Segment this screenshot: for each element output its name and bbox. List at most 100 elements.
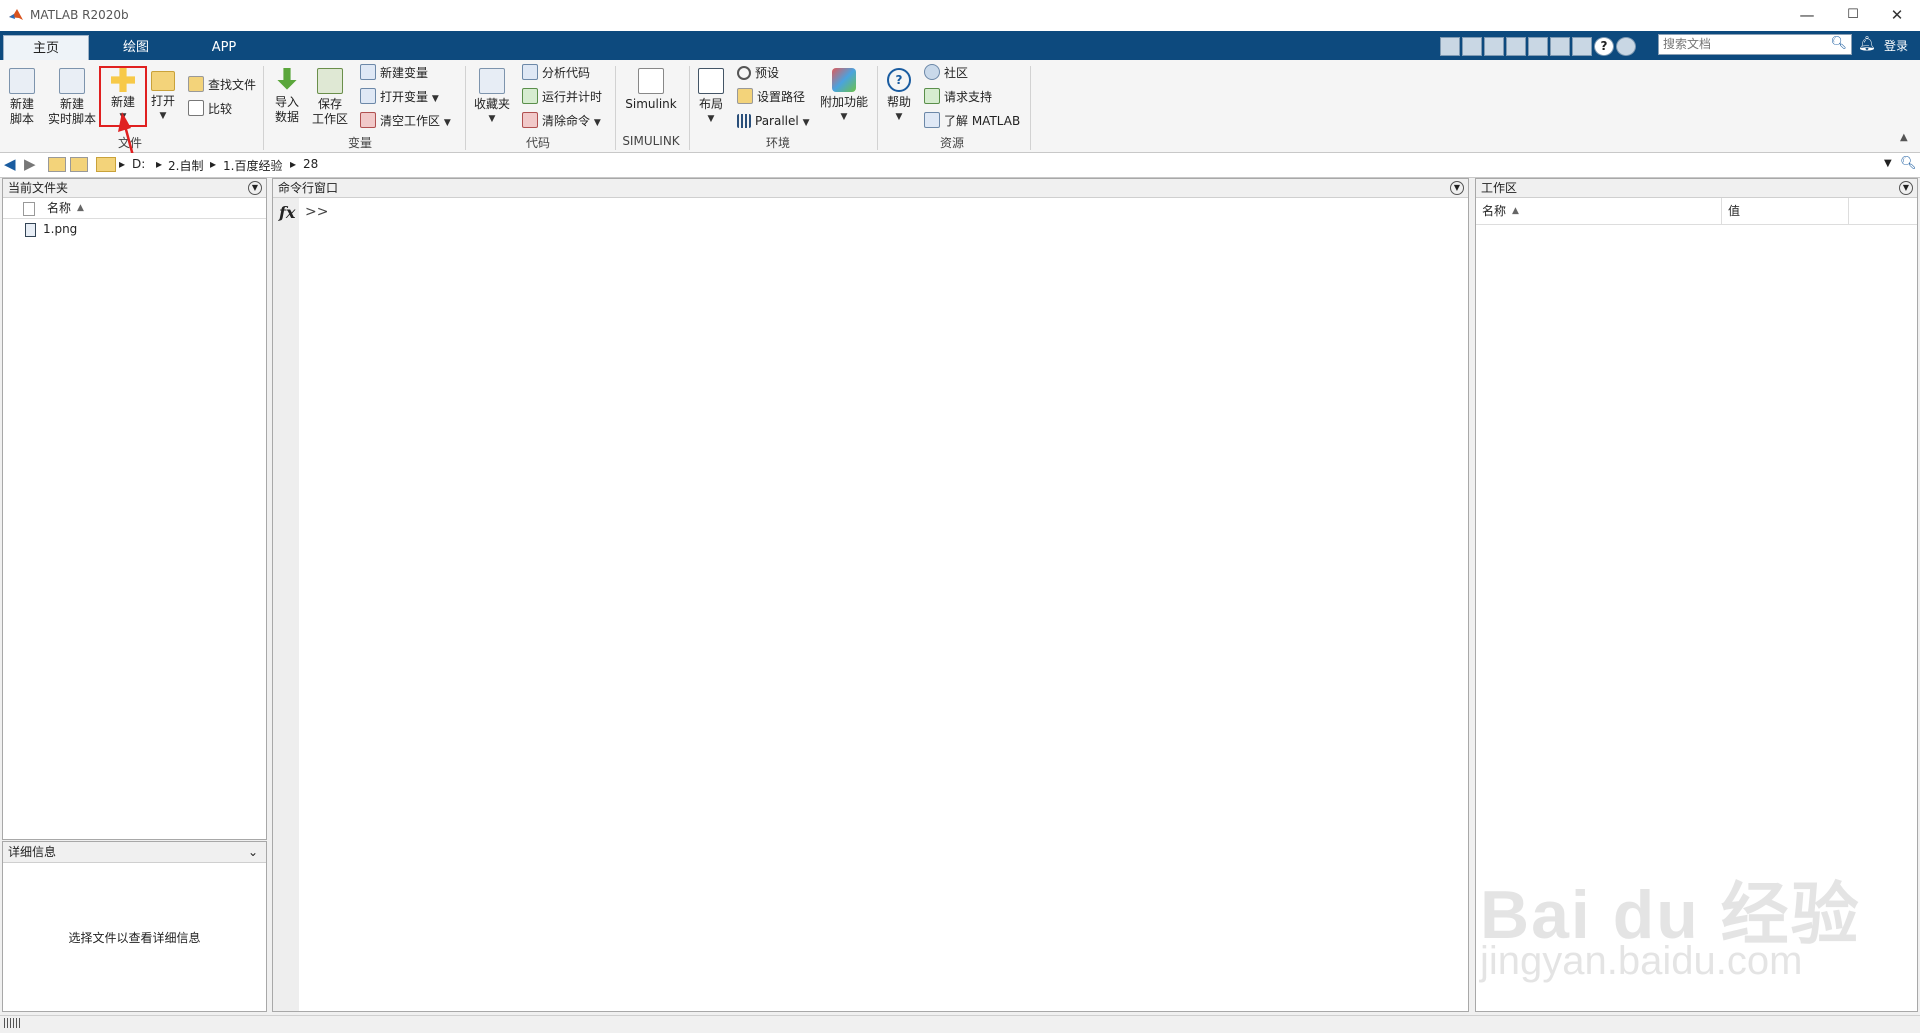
folder-open-icon [151,71,175,91]
clear-commands-button[interactable]: 清除命令 ▼ [522,112,601,132]
analyze-code-icon [522,64,538,80]
tab-home[interactable]: 主页 [3,35,89,61]
request-support-button[interactable]: 请求支持 [924,88,992,108]
function-browser-icon[interactable]: fx [279,203,295,222]
forward-arrow-icon[interactable]: ▶ [24,155,36,173]
back-arrow-icon[interactable]: ◀ [4,155,16,173]
title-bar: MATLAB R2020b — ☐ ✕ [0,0,1920,31]
search-icon[interactable]: 🔍︎ [1830,36,1847,51]
workspace-panel: 工作区 ▼ 名称 ▲ 值 Bai du 经验 jingyan.baidu.com [1475,178,1918,1012]
panel-actions-icon[interactable]: ▼ [1899,181,1913,195]
run-and-time-icon [522,88,538,104]
list-item[interactable]: 1.png [3,219,266,239]
column-header-value[interactable]: 值 [1728,198,1740,224]
open-variable-icon [360,88,376,104]
panel-actions-icon[interactable]: ▼ [1450,181,1464,195]
address-bar: ◀ ▶ ▸ D: ▸ 2.自制 ▸ 1.百度经验 ▸ 28 ▼ 🔍︎ [0,153,1920,178]
collapse-ribbon-icon[interactable]: ▲ [1900,132,1908,143]
file-name: 1.png [43,222,78,236]
environment-group-label: 环境 [765,136,790,150]
layout-button[interactable]: 布局 ▼ [694,68,728,127]
favorites-button[interactable]: 收藏夹 ▼ [470,68,514,127]
layout-icon [698,68,724,94]
import-arrow-icon [277,68,297,90]
chevron-down-icon: ▼ [431,94,439,104]
learn-matlab-button[interactable]: 了解 MATLAB [924,112,1020,132]
favorites-star-icon [479,68,505,94]
new-live-script-icon [59,68,85,94]
quick-access-options-icon[interactable] [1616,37,1636,56]
compare-button[interactable]: 比较 [188,100,232,120]
chevron-down-icon: ▼ [802,118,810,128]
maximize-button[interactable]: ☐ [1830,0,1876,31]
column-header[interactable]: 名称 ▲ [3,198,266,219]
close-button[interactable]: ✕ [1874,0,1920,31]
new-live-script-button[interactable]: 新建 实时脚本 [46,68,98,127]
import-data-button[interactable]: 导入 数据 [270,68,304,125]
group-separator [1030,66,1031,150]
preferences-button[interactable]: 预设 [737,64,779,84]
chevron-down-icon: ▼ [895,112,903,122]
notification-bell-icon[interactable]: 🔔︎ [1858,36,1876,52]
column-header-name[interactable]: 名称 [1482,198,1506,224]
resources-group-label: 资源 [939,136,964,150]
clear-workspace-button[interactable]: 清空工作区 ▼ [360,112,451,132]
group-separator [877,66,878,150]
simulink-icon [638,68,664,94]
undo-icon[interactable] [1528,37,1548,56]
file-type-header-icon [23,202,35,216]
cut-icon[interactable] [1462,37,1482,56]
copy-icon[interactable] [1484,37,1504,56]
breadcrumb-item[interactable]: 1.百度经验 [223,157,282,174]
find-files-button[interactable]: 查找文件 [188,76,256,96]
redo-icon[interactable] [1550,37,1570,56]
tab-apps[interactable]: APP [184,35,264,60]
tab-plots[interactable]: 绘图 [96,35,176,60]
search-folder-icon[interactable]: 🔍︎ [1900,156,1917,171]
breadcrumb-item[interactable]: 28 [303,157,318,171]
sort-ascending-icon: ▲ [1512,206,1519,216]
browse-folder-icon[interactable] [70,157,88,172]
parallel-button[interactable]: Parallel ▼ [737,112,809,132]
panel-actions-icon[interactable]: ▼ [248,181,262,195]
new-variable-button[interactable]: 新建变量 [360,64,428,84]
workspace-table-header: 名称 ▲ 值 [1476,198,1917,225]
add-ons-button[interactable]: 附加功能 ▼ [816,68,872,125]
details-panel: 详细信息 ⌄ 选择文件以查看详细信息 [2,841,267,1012]
baidu-watermark: Bai du 经验 jingyan.baidu.com [1480,839,1910,989]
breadcrumb-item[interactable]: 2.自制 [168,157,203,174]
new-script-button[interactable]: 新建 脚本 [4,68,40,127]
community-icon [924,64,940,80]
simulink-button[interactable]: Simulink [620,68,682,112]
analyze-code-button[interactable]: 分析代码 [522,64,590,84]
search-documentation-field[interactable]: 🔍︎ [1658,34,1852,55]
chevron-down-icon[interactable]: ⌄ [248,842,258,862]
matlab-logo-icon [9,9,23,20]
login-link[interactable]: 登录 [1884,37,1908,54]
chevron-down-icon: ▼ [707,114,715,124]
open-variable-button[interactable]: 打开变量 ▼ [360,88,439,108]
help-button[interactable]: ? 帮助 ▼ [882,68,916,125]
paste-icon[interactable] [1506,37,1526,56]
chevron-down-icon: ▼ [593,118,601,128]
folder-icon [96,157,116,172]
address-dropdown-icon[interactable]: ▼ [1884,158,1892,169]
up-folder-icon[interactable] [48,157,66,172]
help-question-icon: ? [887,68,911,92]
panel-title[interactable]: 详细信息 ⌄ [3,842,266,863]
save-workspace-button[interactable]: 保存 工作区 [308,68,352,127]
minimize-button[interactable]: — [1784,0,1830,31]
breadcrumb-item[interactable]: D: [132,157,145,171]
community-button[interactable]: 社区 [924,64,968,84]
switch-windows-icon[interactable] [1572,37,1592,56]
find-files-icon [188,76,204,92]
search-input[interactable] [1659,35,1827,53]
command-window-panel[interactable]: 命令行窗口 ▼ fx >> [272,178,1469,1012]
chevron-down-icon: ▼ [840,112,848,122]
save-icon[interactable] [1440,37,1460,56]
command-prompt[interactable]: >> [305,204,328,220]
help-icon[interactable]: ? [1594,37,1614,56]
run-and-time-button[interactable]: 运行并计时 [522,88,602,108]
set-path-button[interactable]: 设置路径 [737,88,805,108]
panel-title: 命令行窗口 ▼ [273,179,1468,198]
